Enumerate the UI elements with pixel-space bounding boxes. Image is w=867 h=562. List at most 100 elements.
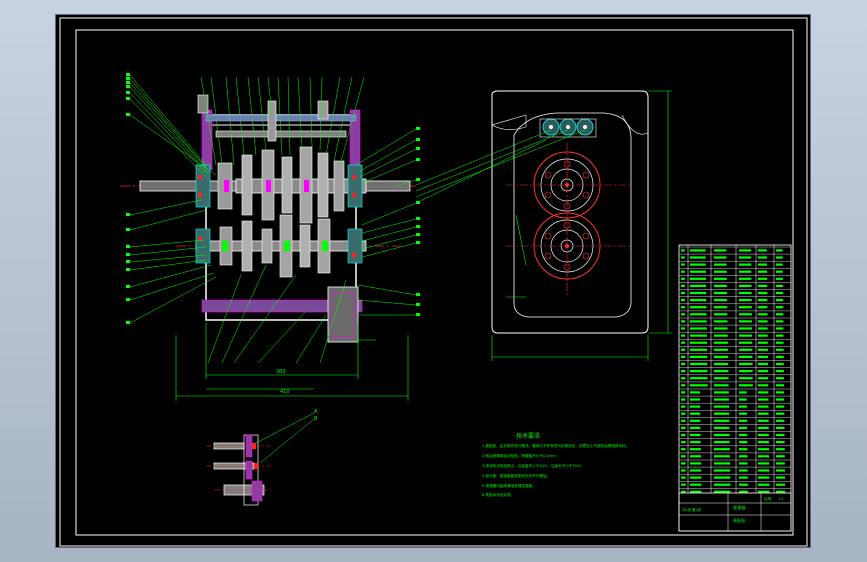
parts-list-cell-mark (681, 256, 685, 259)
parts-list-cell-mark (758, 412, 769, 415)
technical-note-6: 6.表面涂灰色油漆。 (482, 492, 514, 497)
parts-list-cell-mark (681, 377, 686, 380)
parts-list-cell-mark (681, 462, 686, 465)
parts-list-cell-mark (690, 256, 706, 259)
parts-list-cell-mark (681, 327, 686, 330)
technical-note-4: 4.剖分面、各接触面及密封处均不许漏油； (482, 473, 550, 478)
parts-list-cell-mark (776, 270, 783, 273)
parts-list-cell-mark (776, 405, 785, 408)
parts-list-cell-mark (776, 426, 785, 429)
technical-note-1: 1.装配前，应对零件进行清洗，箱体内不许有任何杂物存在，内壁涂上不被机油侵蚀的涂… (482, 443, 629, 448)
parts-list-cell-mark (690, 476, 702, 479)
parts-list-cell-mark (776, 263, 783, 266)
cad-viewport[interactable]: 410 300 A B 技术要求 1.装配前，应对零件进行清洗，箱体内不许有任何… (55, 14, 811, 548)
parts-list-cell-mark (681, 299, 685, 302)
parts-list-cell-mark (739, 384, 753, 387)
parts-list-cell-mark (758, 291, 768, 295)
parts-list-cell-mark (758, 441, 769, 444)
parts-list-cell-mark (739, 476, 748, 479)
parts-list-cell-mark (681, 448, 686, 451)
parts-list-cell-mark (776, 448, 785, 451)
parts-list-cell-mark (758, 377, 769, 380)
parts-list-cell-mark (739, 284, 752, 287)
parts-list-cell-mark (690, 377, 708, 380)
technical-note-2: 2.啮合侧隙用铅丝检验，侧隙值不小于0.1mm； (482, 453, 559, 458)
parts-list-cell-mark (739, 355, 753, 358)
parts-list-cell-mark (690, 313, 707, 316)
parts-list-cell-mark (690, 384, 708, 387)
parts-list-cell-mark (714, 426, 730, 429)
detail-label-b: B (314, 416, 318, 422)
parts-list-cell-mark (714, 448, 730, 451)
parts-list-cell-mark (714, 313, 728, 316)
parts-list-cell-mark (690, 433, 701, 437)
parts-list-cell-mark (776, 469, 785, 472)
parts-list-cell-mark (776, 313, 784, 316)
parts-list-cell-mark (681, 291, 685, 295)
technical-requirements: 技术要求 1.装配前，应对零件进行清洗，箱体内不许有任何杂物存在，内壁涂上不被机… (482, 432, 629, 497)
parts-list-cell-mark (739, 490, 748, 493)
parts-list-cell-mark (714, 469, 731, 472)
side-housing-inner (513, 112, 632, 318)
parts-list-cell-mark (758, 405, 769, 408)
parts-list-cell-mark (681, 398, 686, 401)
technical-title: 技术要求 (516, 432, 540, 440)
parts-list-cell-mark (681, 441, 686, 444)
parts-list-cell-mark (739, 483, 748, 486)
parts-list-cell-mark (690, 448, 701, 451)
parts-list-cell-mark (758, 398, 769, 401)
title-block-scale-label: 比例 (764, 496, 772, 501)
side-view (415, 90, 672, 361)
parts-list-cell-mark (739, 370, 753, 373)
title-block-drawing-no: 装配图 (733, 517, 745, 523)
parts-list-cell-mark (690, 469, 702, 472)
parts-list-cell-mark (714, 455, 730, 458)
parts-list-cell-mark (681, 306, 685, 309)
parts-list-cell-mark (739, 469, 748, 472)
parts-list-cell-mark (739, 398, 747, 401)
parts-list-cell-mark (714, 291, 727, 295)
parts-list-cell-mark (758, 455, 770, 458)
parts-list-cell-mark (776, 412, 785, 415)
parts-list-cell-mark (681, 362, 686, 366)
parts-list-cell-mark (681, 313, 685, 316)
parts-list-cell-mark (714, 362, 729, 366)
parts-list-cell-mark (681, 476, 686, 479)
parts-list-cell-mark (739, 291, 752, 295)
parts-list-cell-mark (776, 362, 784, 366)
parts-list-cell-mark (758, 327, 768, 330)
svg-text:410: 410 (280, 389, 290, 395)
parts-list-cell-mark (714, 341, 728, 344)
parts-list-cell-mark (690, 263, 706, 266)
parts-list-cell-mark (758, 370, 769, 373)
parts-list-cell-mark (690, 320, 707, 323)
parts-list-cell-mark (690, 370, 708, 373)
parts-list-cell-mark (681, 277, 685, 280)
parts-list-cell-mark (714, 384, 729, 387)
parts-list-cell-mark (739, 341, 753, 344)
parts-list-cell-mark (739, 263, 752, 266)
parts-list-cell-mark (776, 476, 785, 479)
parts-list-cell-mark (776, 341, 784, 344)
parts-list-cell-mark (681, 391, 686, 394)
parts-list-cell-mark (758, 348, 768, 351)
parts-list-cell-mark (758, 362, 769, 366)
parts-list-cell-mark (739, 362, 753, 366)
parts-list-cell-mark (758, 341, 768, 344)
parts-list-cell-mark (739, 256, 752, 259)
parts-list-cell-mark (776, 377, 784, 380)
parts-list-cell-mark (690, 291, 707, 295)
parts-list-cell-mark (758, 270, 768, 273)
parts-list-cell-mark (690, 419, 701, 422)
parts-list-cell-mark (681, 426, 686, 429)
parts-list-cell-mark (776, 348, 784, 351)
parts-list-cell-mark (690, 277, 706, 280)
parts-list-cell-mark (714, 377, 729, 380)
parts-list-cell-mark (714, 419, 730, 422)
parts-list (678, 244, 792, 532)
parts-list-cell-mark (739, 426, 748, 429)
parts-list-cell-mark (776, 299, 784, 302)
parts-list-cell-mark (776, 291, 784, 295)
parts-list-cell-mark (776, 462, 785, 465)
parts-list-cell-mark (681, 320, 685, 323)
